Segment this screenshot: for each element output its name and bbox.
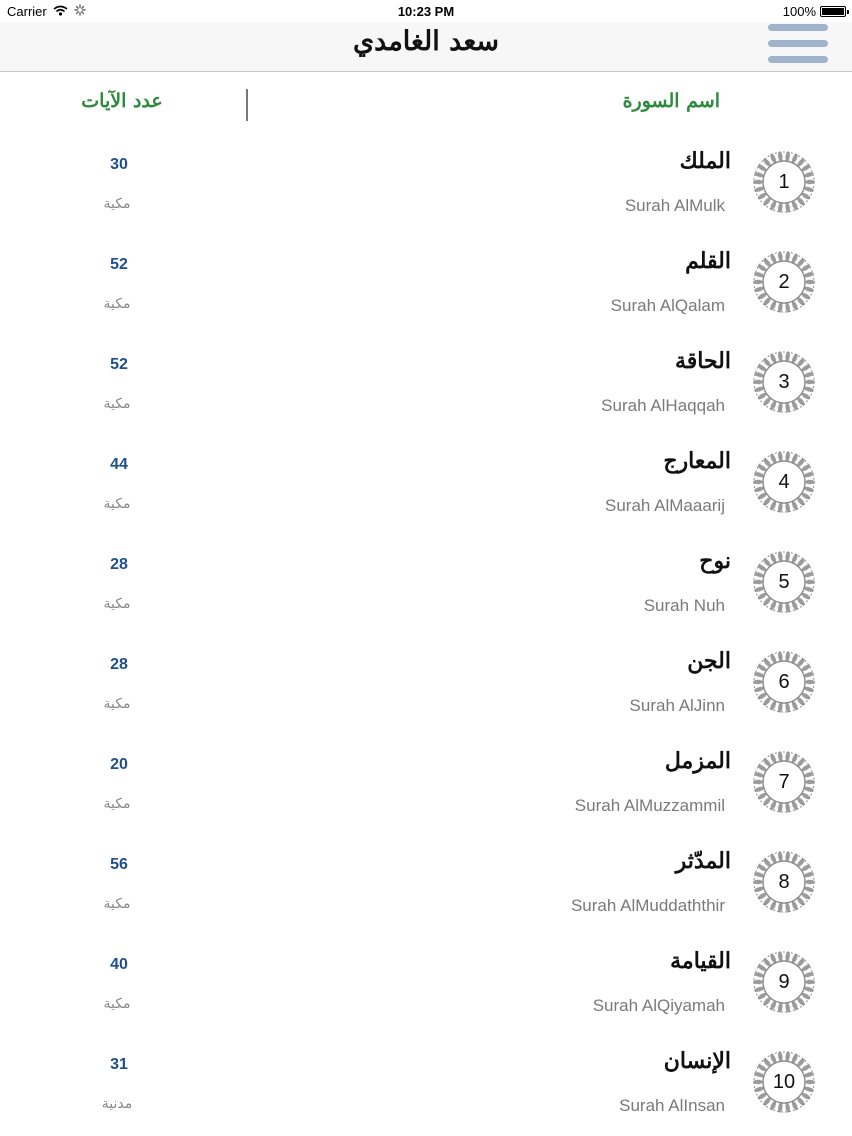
surah-arabic-name: الحاقة bbox=[674, 348, 731, 374]
revelation-type: مكية bbox=[103, 396, 131, 412]
number-badge: 10 bbox=[751, 1049, 817, 1115]
status-time: 10:23 PM bbox=[397, 4, 455, 19]
revelation-type: مكية bbox=[103, 596, 131, 612]
surah-number: 10 bbox=[772, 1071, 796, 1093]
navigation-bar: سعد الغامدي bbox=[0, 22, 852, 72]
surah-number: 4 bbox=[778, 471, 790, 493]
surah-row[interactable]: 52 مكية الحاقة Surah AlHaqqah 3 bbox=[0, 334, 852, 434]
surah-english-name: Surah AlQalam bbox=[610, 296, 725, 315]
name-column-header: اسم السورة bbox=[622, 90, 720, 112]
revelation-type: مكية bbox=[103, 896, 131, 912]
surah-number: 9 bbox=[778, 971, 790, 993]
revelation-type: مكية bbox=[103, 996, 131, 1012]
verse-count: 52 bbox=[110, 356, 128, 373]
surah-arabic-name: المعارج bbox=[663, 448, 731, 474]
number-badge: 9 bbox=[751, 949, 817, 1015]
number-badge: 1 bbox=[751, 149, 817, 215]
surah-arabic-name: القيامة bbox=[670, 948, 731, 974]
verse-count: 28 bbox=[110, 556, 128, 573]
verse-count: 28 bbox=[110, 656, 128, 673]
surah-english-name: Surah AlJinn bbox=[629, 696, 725, 715]
surah-english-name: Surah Nuh bbox=[643, 596, 725, 615]
verse-count: 40 bbox=[110, 956, 128, 973]
revelation-type: مكية bbox=[103, 696, 131, 712]
surah-arabic-name: نوح bbox=[699, 548, 731, 574]
surah-row[interactable]: 28 مكية الجن Surah AlJinn 6 bbox=[0, 634, 852, 734]
verse-count: 44 bbox=[110, 456, 128, 473]
verse-count: 56 bbox=[110, 856, 128, 873]
surah-arabic-name: الإنسان bbox=[663, 1048, 731, 1074]
surah-arabic-name: المزمل bbox=[664, 748, 731, 774]
battery-icon bbox=[820, 6, 849, 17]
surah-number: 5 bbox=[778, 571, 790, 593]
surah-row[interactable]: 52 مكية القلم Surah AlQalam 2 bbox=[0, 234, 852, 334]
verse-count: 31 bbox=[110, 1056, 128, 1073]
number-badge: 3 bbox=[751, 349, 817, 415]
number-badge: 6 bbox=[751, 649, 817, 715]
menu-button[interactable] bbox=[766, 22, 830, 71]
surah-english-name: Surah AlMulk bbox=[624, 196, 725, 215]
number-badge: 8 bbox=[751, 849, 817, 915]
number-badge: 5 bbox=[751, 549, 817, 615]
number-badge: 7 bbox=[751, 749, 817, 815]
surah-row[interactable]: 28 مكية نوح Surah Nuh 5 bbox=[0, 534, 852, 634]
battery-percent: 100% bbox=[782, 4, 816, 19]
surah-english-name: Surah AlHaqqah bbox=[601, 396, 725, 415]
surah-arabic-name: الجن bbox=[687, 648, 731, 674]
revelation-type: مكية bbox=[103, 496, 131, 512]
surah-arabic-name: المدّثر bbox=[675, 848, 731, 874]
revelation-type: مكية bbox=[103, 196, 131, 212]
surah-row[interactable]: 56 مكية المدّثر Surah AlMuddaththir 8 bbox=[0, 834, 852, 934]
surah-row[interactable]: 30 مكية الملك Surah AlMulk 1 bbox=[0, 134, 852, 234]
surah-english-name: Surah AlQiyamah bbox=[592, 996, 725, 1015]
surah-number: 8 bbox=[778, 871, 790, 893]
surah-number: 7 bbox=[778, 771, 790, 793]
surah-number: 3 bbox=[778, 371, 790, 393]
verse-count: 20 bbox=[110, 756, 128, 773]
revelation-type: مكية bbox=[103, 296, 131, 312]
surah-row[interactable]: 40 مكية القيامة Surah AlQiyamah 9 bbox=[0, 934, 852, 1034]
surah-number: 6 bbox=[778, 671, 790, 693]
surah-arabic-name: الملك bbox=[679, 148, 731, 174]
header-divider bbox=[246, 89, 248, 121]
status-right: 100% bbox=[782, 4, 849, 19]
revelation-type: مدنية bbox=[101, 1096, 133, 1112]
surah-list: 30 مكية الملك Surah AlMulk 1 52 مكية القلم Surah… bbox=[0, 134, 852, 1134]
surah-arabic-name: القلم bbox=[685, 248, 731, 274]
page-title: سعد الغامدي bbox=[353, 26, 499, 57]
surah-number: 2 bbox=[778, 271, 790, 293]
verse-count: 30 bbox=[110, 156, 128, 173]
revelation-type: مكية bbox=[103, 796, 131, 812]
battery-fill bbox=[822, 8, 844, 15]
status-bar: Carrier 10:23 PM 100% bbox=[0, 0, 852, 22]
surah-row[interactable]: 31 مدنية الإنسان Surah AlInsan 10 bbox=[0, 1034, 852, 1134]
surah-english-name: Surah AlInsan bbox=[619, 1096, 725, 1115]
surah-number: 1 bbox=[778, 171, 790, 193]
verse-count: 52 bbox=[110, 256, 128, 273]
surah-english-name: Surah AlMuzzammil bbox=[574, 796, 725, 815]
list-header: عدد الآيات اسم السورة bbox=[0, 72, 852, 134]
surah-row[interactable]: 20 مكية المزمل Surah AlMuzzammil 7 bbox=[0, 734, 852, 834]
surah-row[interactable]: 44 مكية المعارج Surah AlMaaarij 4 bbox=[0, 434, 852, 534]
verses-column-header: عدد الآيات bbox=[81, 90, 163, 112]
number-badge: 4 bbox=[751, 449, 817, 515]
number-badge: 2 bbox=[751, 249, 817, 315]
surah-english-name: Surah AlMuddaththir bbox=[570, 896, 725, 915]
surah-english-name: Surah AlMaaarij bbox=[604, 496, 725, 515]
